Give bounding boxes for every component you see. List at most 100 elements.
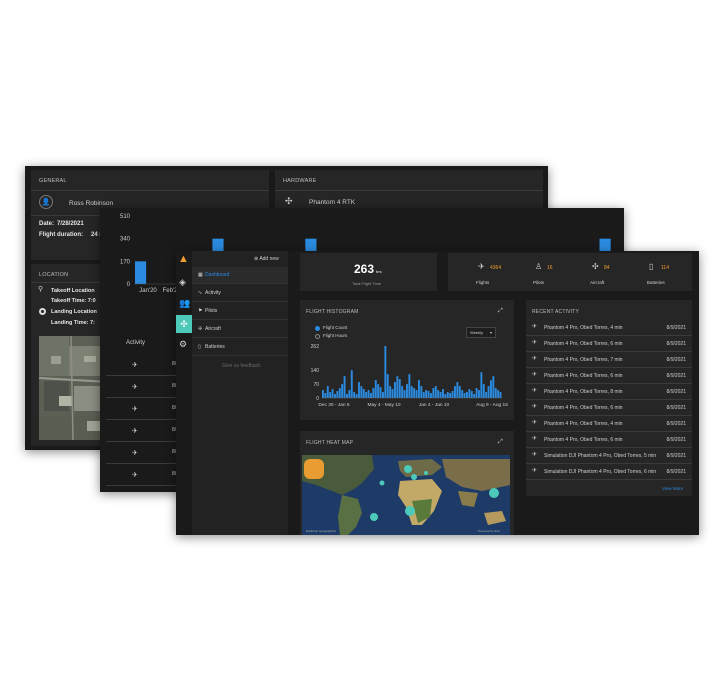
histogram-bar — [374, 380, 377, 398]
nav-activity[interactable]: ∿ Activity — [192, 285, 288, 302]
histogram-bar — [377, 384, 380, 398]
expand-icon[interactable]: ⤢ — [498, 439, 503, 445]
recent-activity-row[interactable]: ✈ Phantom 4 Pro, Obed Torres, 8 min 8/9/20… — [526, 384, 692, 400]
plane-icon: ✈ — [132, 472, 138, 479]
histogram-bar — [406, 384, 408, 398]
recent-activity-row[interactable]: ✈ Simulation DJI Phantom 4 Pro, Obed Torr… — [526, 448, 692, 464]
drone-icon: ✣ — [198, 326, 203, 332]
expand-icon[interactable]: ⤢ — [498, 308, 503, 314]
recent-activity-row[interactable]: ✈ Phantom 4 Pro, Obed Torres, 6 min 8/9/20… — [526, 400, 692, 416]
stat-label: Aircraft — [590, 280, 605, 285]
histogram-bar — [468, 389, 471, 398]
recent-activity-row[interactable]: ✈ Phantom 4 Pro, Obed Torres, 6 min 8/9/20… — [526, 368, 692, 384]
people-icon[interactable]: 👥 — [179, 299, 190, 308]
x-tick-label: Aug 9 - Aug 15 — [476, 402, 508, 408]
recent-activity-row[interactable]: ✈ Phantom 4 Pro, Obed Torres, 6 min 8/9/20… — [526, 432, 692, 448]
total-flight-time-label: Total Flight Time — [352, 281, 382, 286]
histogram-bar — [367, 390, 370, 398]
histogram-bar — [398, 379, 401, 398]
histogram-bar — [341, 384, 344, 398]
recent-activity-row[interactable]: ✈ Phantom 4 Pro, Obed Torres, 7 min 8/9/20… — [526, 352, 692, 368]
histogram-bar — [401, 386, 404, 398]
histogram-bar — [346, 394, 348, 398]
y-tick-label: 140 — [311, 368, 320, 374]
histogram-bar — [413, 388, 416, 398]
flight-heat-map-panel: FLIGHT HEAT MAP ⤢ Earthstar Geographics … — [300, 431, 514, 535]
recent-activity-row[interactable]: ✈ Phantom 4 Pro, Obed Torres, 6 min 8/9/20… — [526, 336, 692, 352]
person-icon: ♙ — [535, 262, 543, 271]
recent-activity-date: 8/9/2021 — [666, 325, 686, 331]
radio-flight-count[interactable] — [315, 326, 320, 331]
recent-activity-date: 8/9/2021 — [666, 357, 686, 363]
pilot-name: Ross Robinson — [69, 200, 114, 207]
histogram-bar — [386, 374, 389, 398]
recent-activity-date: 8/9/2021 — [666, 389, 686, 395]
landing-time: Landing Time: 7: — [51, 320, 95, 326]
y-tick-label: 262 — [311, 344, 320, 350]
recent-activity-date: 8/9/2021 — [666, 373, 686, 379]
battery-icon: ▯ — [198, 344, 201, 350]
battery-icon: ▯ — [649, 262, 654, 271]
gear-icon[interactable]: ⚙ — [179, 340, 187, 349]
recent-activity-text: Phantom 4 Pro, Obed Torres, 6 min — [544, 341, 623, 347]
stat-value: 84 — [604, 265, 610, 271]
view-more-link[interactable]: View More — [662, 486, 683, 491]
nav-pilots[interactable]: ⚑ Pilots — [192, 303, 288, 320]
plane-icon: ✈ — [532, 356, 538, 362]
histogram-bar — [396, 376, 399, 398]
drone-nav-icon[interactable]: ✣ — [176, 315, 192, 333]
radio-flight-hours[interactable] — [315, 334, 320, 339]
histogram-bar — [461, 390, 464, 398]
map-icon[interactable]: ◈ — [179, 278, 186, 287]
location-title: LOCATION — [39, 272, 69, 278]
histogram-bar — [365, 392, 368, 398]
recent-activity-date: 8/9/2021 — [666, 405, 686, 411]
plane-icon: ✈ — [532, 340, 538, 346]
histogram-bar — [490, 380, 492, 398]
takeoff-time: Takeoff Time: 7:0 — [51, 298, 96, 304]
sidebar: ▲ ◈ 👥 ✣ ⚙ ⊕ Add new ▦ Dashboard ∿ Activity… — [176, 251, 288, 535]
histogram-bar — [420, 386, 423, 398]
nav-aircraft[interactable]: ✣ Aircraft — [192, 321, 288, 338]
nav-dashboard[interactable]: ▦ Dashboard — [192, 267, 288, 284]
x-tick-label: May 4 - May 10 — [367, 402, 400, 408]
total-flight-time-value: 263 hrs — [354, 262, 382, 276]
satellite-map[interactable] — [39, 336, 109, 440]
activity-row[interactable]: ✈8/ — [106, 354, 186, 376]
recent-activity-date: 8/9/2021 — [666, 421, 686, 427]
y-tick-label: 340 — [120, 237, 131, 243]
activity-row[interactable]: ✈8/ — [106, 398, 186, 420]
plane-icon: ✈ — [132, 362, 138, 369]
world-heat-map[interactable] — [302, 455, 510, 535]
total-flight-time-card: 263 hrs Total Flight Time — [300, 253, 437, 291]
feedback-link[interactable]: Give us feedback — [222, 363, 261, 369]
nav-batteries[interactable]: ▯ Batteries — [192, 339, 288, 356]
histogram-chart: 262 140 70 0Dec 30 - Jan 5 May 4 - May 10 Jan… — [311, 344, 509, 408]
recent-activity-row[interactable]: ✈ Simulation DJI Phantom 4 Pro, Obed Torr… — [526, 464, 692, 480]
activity-row[interactable]: ✈8/ — [106, 464, 186, 486]
histogram-bar — [434, 386, 437, 398]
recent-activity-row[interactable]: ✈ Phantom 4 Pro, Obed Torres, 4 min 8/9/20… — [526, 416, 692, 432]
map-credit-right: Powered by Esri — [478, 529, 500, 533]
plane-icon: ✈ — [532, 324, 538, 330]
histogram-bar — [389, 386, 392, 398]
activity-row[interactable]: ✈8/ — [106, 376, 186, 398]
plane-icon: ✈ — [532, 468, 538, 474]
histogram-bar — [439, 392, 442, 398]
activity-row[interactable]: ✈8/ — [106, 442, 186, 464]
histogram-bar — [427, 391, 430, 398]
period-select[interactable]: Weekly ▾ — [466, 327, 496, 338]
histogram-bar — [494, 388, 497, 398]
histogram-bar — [499, 392, 502, 398]
add-new-button[interactable]: ⊕ Add new — [254, 256, 279, 262]
hardware-title: HARDWARE — [283, 178, 317, 184]
activity-row[interactable]: ✈8/ — [106, 486, 186, 492]
recent-activity-date: 8/9/2021 — [666, 453, 686, 459]
x-tick-label: Jan'20 — [139, 288, 157, 294]
histogram-bar — [322, 390, 324, 398]
histogram-bar — [334, 394, 336, 398]
recent-activity-row[interactable]: ✈ Phantom 4 Pro, Obed Torres, 4 min 8/9/20… — [526, 320, 692, 336]
recent-activity-text: Phantom 4 Pro, Obed Torres, 6 min — [544, 405, 623, 411]
activity-row[interactable]: ✈8/ — [106, 420, 186, 442]
chevron-down-icon: ▾ — [490, 330, 493, 335]
